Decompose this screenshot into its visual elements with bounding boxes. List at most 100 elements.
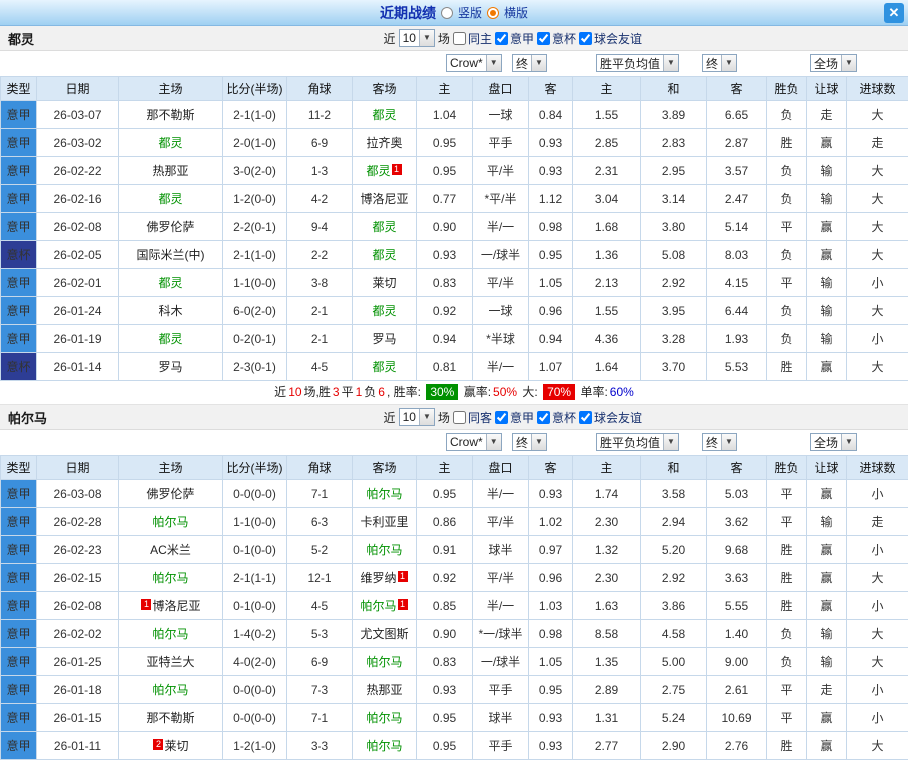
team-link[interactable]: 热那亚 <box>152 164 188 178</box>
club-friendly-checkbox[interactable] <box>579 32 592 45</box>
checkbox-same-home[interactable]: 同主 <box>453 30 492 47</box>
league-type[interactable]: 意甲 <box>1 704 37 732</box>
checkbox-club-friendly[interactable]: 球会友谊 <box>579 30 642 47</box>
team-link[interactable]: 帕尔马 <box>152 683 188 697</box>
handicap: 平/半 <box>473 269 529 297</box>
checkbox-italy-cup[interactable]: 意杯 <box>537 30 576 47</box>
checkbox-same-away[interactable]: 同客 <box>453 409 492 426</box>
team-link[interactable]: 都灵 <box>372 220 396 234</box>
league-type[interactable]: 意甲 <box>1 480 37 508</box>
match-count-select[interactable]: 10 ▼ <box>399 408 435 426</box>
match-count-select[interactable]: 10 ▼ <box>399 29 435 47</box>
league-type[interactable]: 意杯 <box>1 241 37 269</box>
team-link[interactable]: 都灵 <box>372 360 396 374</box>
team-link[interactable]: 亚特兰大 <box>146 655 194 669</box>
team-link[interactable]: 卡利亚里 <box>360 515 408 529</box>
italy-cup-checkbox[interactable] <box>537 411 550 424</box>
team-link[interactable]: 博洛尼亚 <box>360 192 408 206</box>
league-type[interactable]: 意甲 <box>1 676 37 704</box>
team-link[interactable]: 都灵 <box>372 108 396 122</box>
team-link[interactable]: 帕尔马 <box>366 487 402 501</box>
team-link[interactable]: 都灵 <box>158 136 182 150</box>
league-type[interactable]: 意甲 <box>1 536 37 564</box>
league-type[interactable]: 意杯 <box>1 353 37 381</box>
team-link[interactable]: 佛罗伦萨 <box>146 487 194 501</box>
team-link[interactable]: 国际米兰(中) <box>137 248 205 262</box>
team-link[interactable]: 帕尔马 <box>152 627 188 641</box>
team-link[interactable]: 那不勒斯 <box>146 108 194 122</box>
team-link[interactable]: 帕尔马 <box>366 711 402 725</box>
league-type[interactable]: 意甲 <box>1 269 37 297</box>
team-link[interactable]: 博洛尼亚 <box>152 599 200 613</box>
avg-home-odds: 1.35 <box>573 648 641 676</box>
column-header: 和 <box>641 77 707 101</box>
league-type[interactable]: 意甲 <box>1 213 37 241</box>
league-type[interactable]: 意甲 <box>1 508 37 536</box>
team-link[interactable]: 帕尔马 <box>152 515 188 529</box>
italy-cup-checkbox[interactable] <box>537 32 550 45</box>
team-link[interactable]: 尤文图斯 <box>360 627 408 641</box>
team-link[interactable]: 莱切 <box>372 276 396 290</box>
team-link[interactable]: 罗马 <box>158 360 182 374</box>
team-link[interactable]: 帕尔马 <box>366 543 402 557</box>
team-link[interactable]: 科木 <box>158 304 182 318</box>
league-type[interactable]: 意甲 <box>1 185 37 213</box>
team-link[interactable]: 佛罗伦萨 <box>146 220 194 234</box>
scope-select[interactable]: 全场 ▼ <box>810 433 857 451</box>
team-link[interactable]: 都灵 <box>372 248 396 262</box>
team-link[interactable]: AC米兰 <box>150 543 191 557</box>
checkbox-serie-a[interactable]: 意甲 <box>495 409 534 426</box>
avg-final-select[interactable]: 终 ▼ <box>702 433 737 451</box>
league-type[interactable]: 意甲 <box>1 620 37 648</box>
team-link[interactable]: 热那亚 <box>366 683 402 697</box>
league-type[interactable]: 意甲 <box>1 157 37 185</box>
horizontal-layout-radio[interactable] <box>487 7 499 19</box>
avg-final-select[interactable]: 终 ▼ <box>702 54 737 72</box>
league-type[interactable]: 意甲 <box>1 325 37 353</box>
team-link[interactable]: 都灵 <box>158 192 182 206</box>
chevron-down-icon: ▼ <box>841 55 856 71</box>
team-link[interactable]: 都灵 <box>158 332 182 346</box>
handicap-final-select[interactable]: 终 ▼ <box>512 54 547 72</box>
league-type[interactable]: 意甲 <box>1 101 37 129</box>
team-link[interactable]: 都灵 <box>158 276 182 290</box>
team-link[interactable]: 都灵 <box>366 164 390 178</box>
same-home-checkbox[interactable] <box>453 32 466 45</box>
team-link[interactable]: 帕尔马 <box>152 571 188 585</box>
match-row: 意甲26-02-081博洛尼亚0-1(0-0)4-5帕尔马10.85半/一1.0… <box>1 592 908 620</box>
club-friendly-checkbox[interactable] <box>579 411 592 424</box>
team-link[interactable]: 莱切 <box>164 739 188 753</box>
home-odds: 0.92 <box>417 564 473 592</box>
bookmaker-select[interactable]: Crow* ▼ <box>446 433 502 451</box>
team-link[interactable]: 维罗纳 <box>360 571 396 585</box>
team-link[interactable]: 帕尔马 <box>360 599 396 613</box>
league-type[interactable]: 意甲 <box>1 732 37 760</box>
team-link[interactable]: 帕尔马 <box>366 655 402 669</box>
scope-select[interactable]: 全场 ▼ <box>810 54 857 72</box>
same-away-checkbox[interactable] <box>453 411 466 424</box>
column-header: 进球数 <box>847 456 908 480</box>
team-link[interactable]: 拉齐奥 <box>366 136 402 150</box>
avg-odds-select[interactable]: 胜平负均值 ▼ <box>596 433 679 451</box>
league-type[interactable]: 意甲 <box>1 297 37 325</box>
league-type[interactable]: 意甲 <box>1 564 37 592</box>
league-type[interactable]: 意甲 <box>1 129 37 157</box>
checkbox-serie-a[interactable]: 意甲 <box>495 30 534 47</box>
serie-a-checkbox[interactable] <box>495 32 508 45</box>
serie-a-checkbox[interactable] <box>495 411 508 424</box>
checkbox-club-friendly[interactable]: 球会友谊 <box>579 409 642 426</box>
league-type[interactable]: 意甲 <box>1 648 37 676</box>
vertical-layout-radio[interactable] <box>441 7 453 19</box>
vertical-layout-label[interactable]: 竖版 <box>458 4 482 21</box>
horizontal-layout-label[interactable]: 横版 <box>504 4 528 21</box>
checkbox-italy-cup[interactable]: 意杯 <box>537 409 576 426</box>
team-link[interactable]: 罗马 <box>372 332 396 346</box>
close-icon[interactable]: ✕ <box>884 3 904 23</box>
handicap-final-select[interactable]: 终 ▼ <box>512 433 547 451</box>
bookmaker-select[interactable]: Crow* ▼ <box>446 54 502 72</box>
team-link[interactable]: 帕尔马 <box>366 739 402 753</box>
team-link[interactable]: 那不勒斯 <box>146 711 194 725</box>
league-type[interactable]: 意甲 <box>1 592 37 620</box>
team-link[interactable]: 都灵 <box>372 304 396 318</box>
avg-odds-select[interactable]: 胜平负均值 ▼ <box>596 54 679 72</box>
